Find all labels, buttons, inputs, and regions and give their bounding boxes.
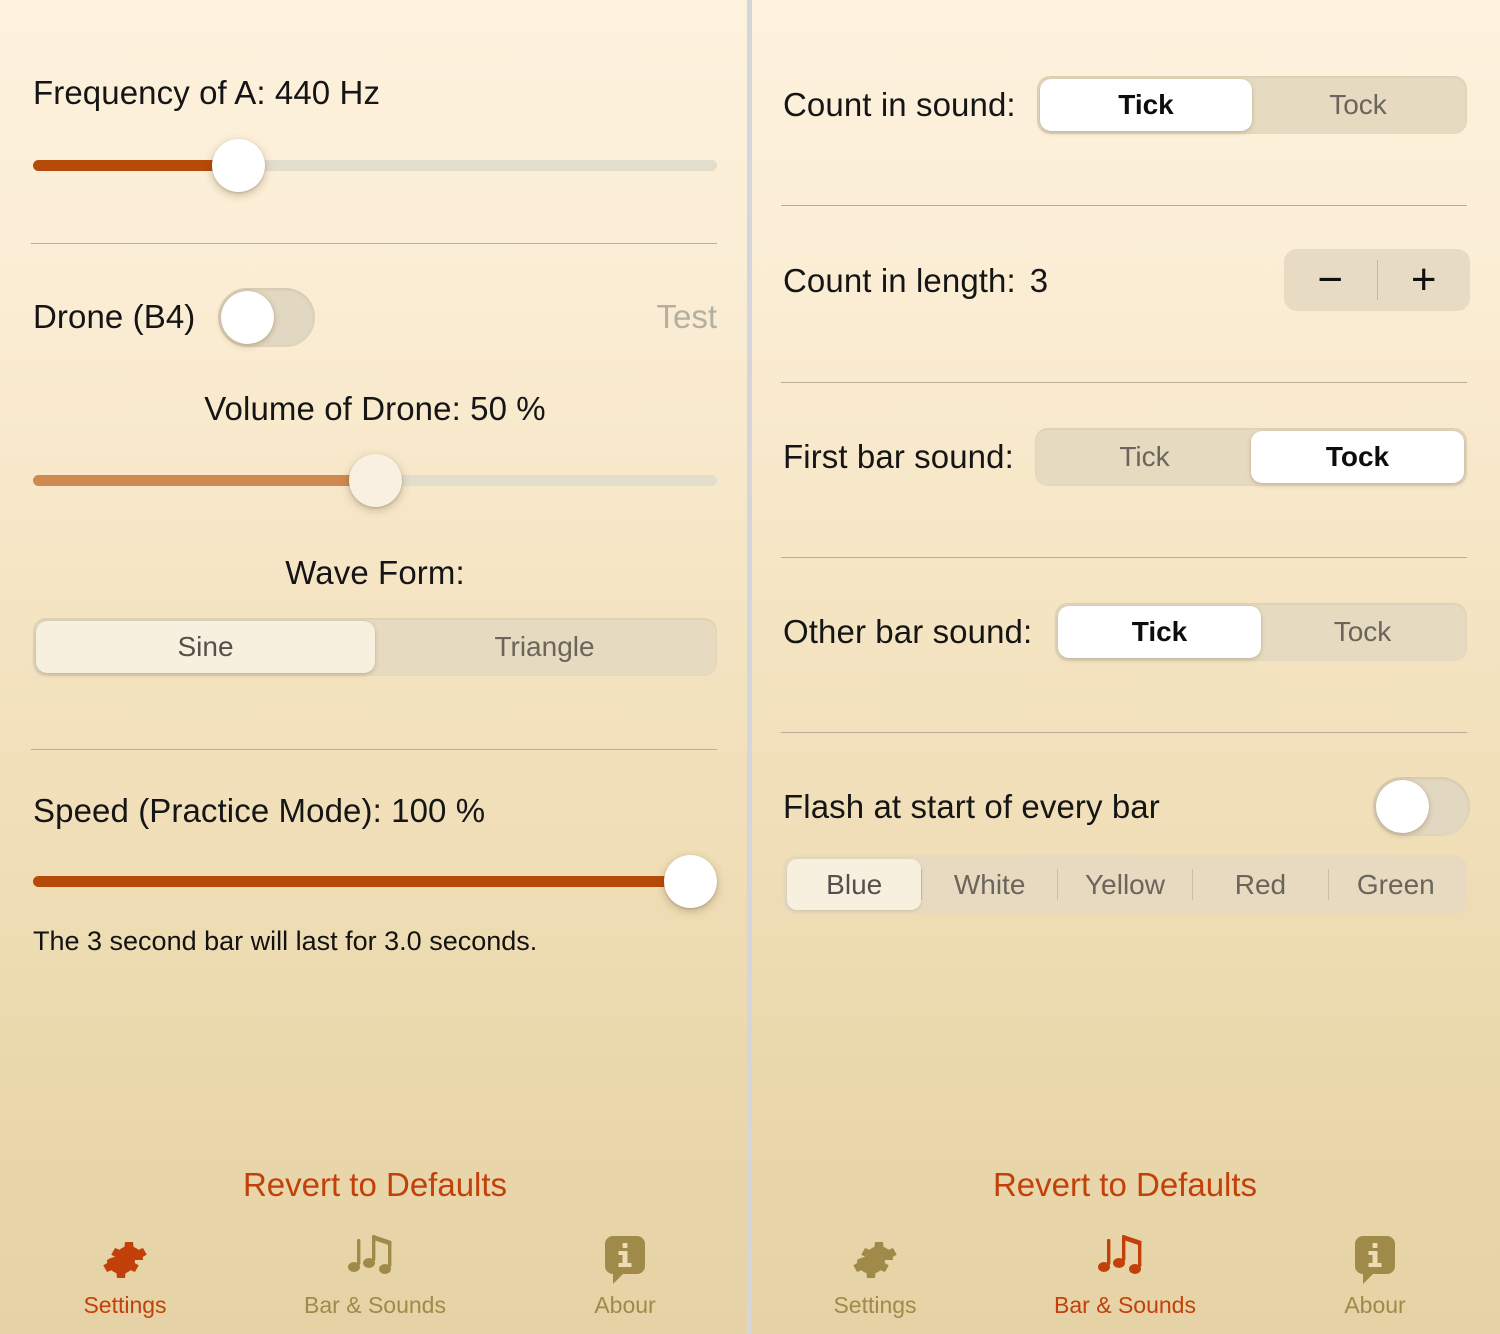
speed-slider-thumb[interactable]: [664, 855, 717, 908]
wave-form-title: Wave Form:: [285, 554, 465, 591]
flash-row: Flash at start of every bar: [783, 788, 1467, 826]
count-in-sound-option-tock[interactable]: Tock: [1252, 79, 1464, 131]
other-bar-sound-option-tick[interactable]: Tick: [1058, 606, 1261, 658]
frequency-row: Frequency of A: 440 Hz: [33, 74, 717, 112]
tab-settings-label: Settings: [83, 1292, 167, 1318]
divider-r2: [781, 382, 1467, 383]
frequency-label: Frequency of A: 440 Hz: [33, 74, 381, 111]
count-in-length-label: Count in length:: [783, 262, 1016, 299]
drone-volume-slider-thumb[interactable]: [349, 454, 402, 507]
divider-1: [31, 243, 717, 244]
drone-volume-slider[interactable]: [33, 454, 717, 507]
flash-color-option-white[interactable]: White: [922, 859, 1056, 910]
info-bubble-icon: [601, 1232, 649, 1288]
drone-test-button[interactable]: Test: [656, 298, 717, 336]
revert-to-defaults-button[interactable]: Revert to Defaults: [0, 1166, 750, 1204]
gear-icon: [101, 1232, 149, 1288]
tab-about-label: Abour: [594, 1292, 656, 1318]
flash-color-option-yellow[interactable]: Yellow: [1058, 859, 1192, 910]
flash-label: Flash at start of every bar: [783, 788, 1160, 825]
divider-r1: [781, 205, 1467, 206]
flash-toggle-knob[interactable]: [1376, 780, 1429, 833]
tab-bar: Settings Bar & Sounds Abour: [750, 1224, 1500, 1334]
flash-color-option-red[interactable]: Red: [1193, 859, 1327, 910]
drone-toggle[interactable]: [218, 288, 315, 347]
frequency-slider-fill: [33, 160, 239, 171]
frequency-slider-thumb[interactable]: [212, 139, 266, 192]
count-in-sound-label: Count in sound:: [783, 86, 1016, 123]
wave-form-option-triangle[interactable]: Triangle: [375, 621, 714, 673]
drone-label: Drone (B4): [33, 298, 196, 335]
tab-about-label: Abour: [1344, 1292, 1406, 1318]
info-bubble-icon: [1351, 1232, 1399, 1288]
tab-about[interactable]: Abour: [1250, 1224, 1500, 1334]
other-bar-sound-label: Other bar sound:: [783, 613, 1033, 650]
tab-settings[interactable]: Settings: [0, 1224, 250, 1334]
flash-toggle[interactable]: [1373, 777, 1470, 836]
speed-label: Speed (Practice Mode): 100 %: [33, 792, 486, 829]
panel-divider: [747, 0, 752, 1334]
bar-and-sounds-panel: Count in sound: Tick Tock Count in lengt…: [750, 0, 1500, 1334]
revert-to-defaults-button[interactable]: Revert to Defaults: [750, 1166, 1500, 1204]
music-notes-icon: [1098, 1232, 1152, 1288]
flash-color-picker[interactable]: Blue White Yellow Red Green: [783, 855, 1467, 914]
wave-form-option-sine[interactable]: Sine: [36, 621, 375, 673]
other-bar-sound-segmented-control[interactable]: Tick Tock: [1055, 603, 1467, 661]
divider-2: [31, 749, 717, 750]
count-in-sound-option-tick[interactable]: Tick: [1040, 79, 1252, 131]
tab-about[interactable]: Abour: [500, 1224, 750, 1334]
count-in-length-decrement-button[interactable]: −: [1284, 249, 1377, 311]
drone-volume-slider-fill: [33, 475, 375, 486]
gear-icon: [851, 1232, 899, 1288]
music-notes-icon: [348, 1232, 402, 1288]
first-bar-sound-segmented-control[interactable]: Tick Tock: [1035, 428, 1467, 486]
tab-bar-and-sounds[interactable]: Bar & Sounds: [250, 1224, 500, 1334]
app-root: Frequency of A: 440 Hz Drone (B4) Test V…: [0, 0, 1500, 1334]
count-in-length-stepper[interactable]: − +: [1284, 249, 1470, 311]
speed-slider-fill: [33, 876, 717, 887]
first-bar-sound-label: First bar sound:: [783, 438, 1014, 475]
speed-row: Speed (Practice Mode): 100 %: [33, 792, 717, 830]
tab-bar: Settings Bar & Sounds Abour: [0, 1224, 750, 1334]
drone-volume-row: Volume of Drone: 50 %: [33, 390, 717, 428]
first-bar-sound-option-tick[interactable]: Tick: [1038, 431, 1251, 483]
divider-r3: [781, 557, 1467, 558]
tab-bar-and-sounds-label: Bar & Sounds: [1054, 1292, 1196, 1318]
wave-form-segmented-control[interactable]: Sine Triangle: [33, 618, 717, 676]
speed-slider[interactable]: [33, 855, 717, 908]
speed-note: The 3 second bar will last for 3.0 secon…: [33, 926, 538, 956]
flash-color-option-green[interactable]: Green: [1329, 859, 1463, 910]
tab-settings[interactable]: Settings: [750, 1224, 1000, 1334]
drone-row: Drone (B4): [33, 298, 717, 336]
tab-bar-and-sounds[interactable]: Bar & Sounds: [1000, 1224, 1250, 1334]
wave-form-row: Wave Form:: [33, 554, 717, 592]
first-bar-sound-option-tock[interactable]: Tock: [1251, 431, 1464, 483]
other-bar-sound-option-tock[interactable]: Tock: [1261, 606, 1464, 658]
flash-color-option-blue[interactable]: Blue: [787, 859, 922, 910]
tab-bar-and-sounds-label: Bar & Sounds: [304, 1292, 446, 1318]
drone-volume-label: Volume of Drone: 50 %: [204, 390, 546, 427]
frequency-slider[interactable]: [33, 139, 717, 192]
divider-r4: [781, 732, 1467, 733]
settings-panel: Frequency of A: 440 Hz Drone (B4) Test V…: [0, 0, 750, 1334]
drone-toggle-knob[interactable]: [221, 291, 274, 344]
count-in-length-increment-button[interactable]: +: [1378, 249, 1471, 311]
tab-settings-label: Settings: [833, 1292, 917, 1318]
count-in-sound-segmented-control[interactable]: Tick Tock: [1037, 76, 1467, 134]
count-in-length-value: 3: [1029, 262, 1049, 299]
